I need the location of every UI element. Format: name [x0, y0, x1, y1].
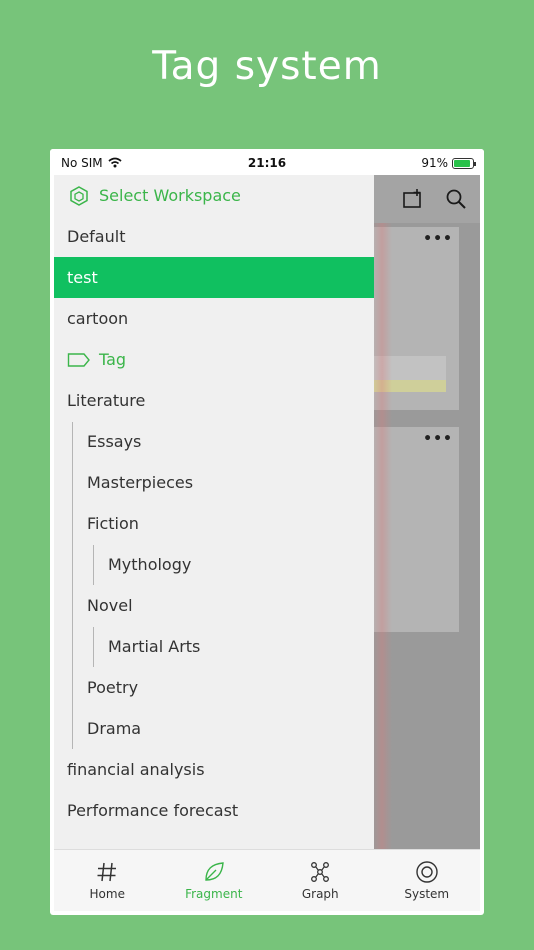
tag-label: Fiction: [87, 514, 139, 533]
tag-label: Novel: [87, 596, 133, 615]
tag-item-essays[interactable]: Essays: [54, 421, 374, 462]
tag-item-performance-forecast[interactable]: Performance forecast: [54, 790, 374, 831]
tag-label: Mythology: [108, 555, 192, 574]
tag-item-literature[interactable]: Literature: [54, 380, 374, 421]
more-icon[interactable]: •••: [423, 231, 453, 247]
clock: 21:16: [247, 156, 287, 170]
tab-graph[interactable]: Graph: [267, 850, 374, 911]
tab-label: System: [404, 887, 450, 901]
side-drawer: Select Workspace Default test cartoon Ta…: [54, 175, 374, 849]
search-icon[interactable]: [445, 188, 467, 210]
tag-label: Masterpieces: [87, 473, 194, 492]
tag-item-poetry[interactable]: Poetry: [54, 667, 374, 708]
tab-label: Home: [89, 887, 125, 901]
target-icon: [414, 859, 440, 885]
phone-frame: No SIM 21:16 91% ••• ••• Select Workspac…: [50, 149, 484, 915]
status-bar: No SIM 21:16 91%: [50, 149, 484, 175]
workspace-item-test[interactable]: test: [54, 257, 374, 298]
more-icon[interactable]: •••: [423, 431, 453, 447]
hashtag-icon: [94, 859, 120, 885]
tag-icon: [67, 348, 91, 372]
tab-bar: Home Fragment Graph System: [54, 849, 480, 911]
leaf-icon: [201, 859, 227, 885]
tag-item-masterpieces[interactable]: Masterpieces: [54, 462, 374, 503]
tag-header-label: Tag: [99, 350, 127, 369]
tab-system[interactable]: System: [374, 850, 481, 911]
tag-label: Literature: [67, 391, 146, 410]
tag-label: financial analysis: [67, 760, 205, 779]
background-highlight: [372, 223, 392, 849]
workspace-header[interactable]: Select Workspace: [54, 175, 374, 216]
battery-status: 91%: [421, 156, 476, 170]
tag-header[interactable]: Tag: [54, 339, 374, 380]
battery-icon: [452, 157, 476, 169]
tab-label: Graph: [301, 887, 339, 901]
tag-item-martial-arts[interactable]: Martial Arts: [54, 626, 374, 667]
workspace-header-label: Select Workspace: [99, 186, 241, 205]
tag-label: Poetry: [87, 678, 139, 697]
battery-percent: 91%: [421, 156, 448, 170]
headline: Tag system: [152, 44, 382, 89]
workspace-item-cartoon[interactable]: cartoon: [54, 298, 374, 339]
tag-item-drama[interactable]: Drama: [54, 708, 374, 749]
tag-label: Performance forecast: [67, 801, 239, 820]
tag-label: Martial Arts: [108, 637, 201, 656]
tag-item-novel[interactable]: Novel: [54, 585, 374, 626]
tag-label: Drama: [87, 719, 142, 738]
tab-label: Fragment: [185, 887, 243, 901]
tab-home[interactable]: Home: [54, 850, 161, 911]
cube-icon: [67, 184, 91, 208]
tag-item-mythology[interactable]: Mythology: [54, 544, 374, 585]
new-note-icon[interactable]: [402, 188, 424, 210]
workspace-label: Default: [67, 227, 126, 246]
tab-fragment[interactable]: Fragment: [161, 850, 268, 911]
tag-label: Essays: [87, 432, 142, 451]
tag-item-fiction[interactable]: Fiction: [54, 503, 374, 544]
graph-icon: [307, 859, 333, 885]
tag-item-financial-analysis[interactable]: financial analysis: [54, 749, 374, 790]
workspace-item-default[interactable]: Default: [54, 216, 374, 257]
workspace-label: test: [67, 268, 98, 287]
workspace-label: cartoon: [67, 309, 129, 328]
